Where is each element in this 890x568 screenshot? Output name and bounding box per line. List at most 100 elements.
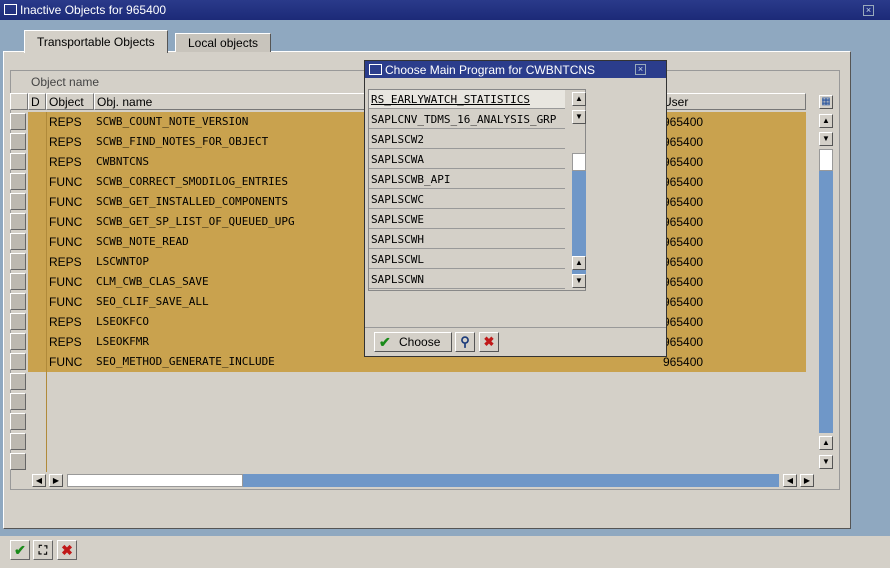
cell-object: FUNC bbox=[49, 175, 83, 189]
column-header-d[interactable]: D bbox=[28, 93, 46, 110]
row-selector[interactable] bbox=[10, 413, 26, 430]
row-cells bbox=[28, 392, 806, 412]
cell-object: REPS bbox=[49, 115, 82, 129]
cell-d bbox=[30, 352, 47, 372]
dialog-title-bar: Choose Main Program for CWBNTCNS × bbox=[365, 61, 666, 78]
row-selector[interactable] bbox=[10, 453, 26, 470]
select-all-cell[interactable] bbox=[10, 93, 28, 110]
program-list-item[interactable]: SAPLSCWH bbox=[369, 230, 565, 249]
cell-obj-name: SCWB_NOTE_READ bbox=[96, 235, 189, 248]
list-scroll-down-button[interactable]: ▼ bbox=[572, 110, 586, 124]
window-icon bbox=[4, 4, 17, 15]
continue-button[interactable]: ✔ bbox=[10, 540, 30, 560]
program-list-item[interactable]: SAPLSCWC bbox=[369, 190, 565, 209]
row-selector[interactable] bbox=[10, 173, 26, 190]
cell-d bbox=[30, 112, 47, 132]
empty-table-row[interactable] bbox=[10, 432, 806, 452]
row-selector[interactable] bbox=[10, 113, 26, 130]
scroll-page-right-button[interactable]: ▶ bbox=[800, 474, 814, 487]
dialog-footer: ✔ Choose ⚲ ✖ bbox=[365, 327, 666, 357]
cell-obj-name: SCWB_GET_INSTALLED_COMPONENTS bbox=[96, 195, 289, 208]
program-list-item[interactable]: SAPLSCWB_API bbox=[369, 170, 565, 189]
row-cells bbox=[28, 452, 806, 472]
list-page-up-button[interactable]: ▲ bbox=[572, 256, 586, 270]
choose-button[interactable]: ✔ Choose bbox=[374, 332, 452, 352]
cell-user: 965400 bbox=[663, 115, 704, 129]
tab-transportable-objects[interactable]: Transportable Objects bbox=[24, 30, 168, 53]
program-list-item[interactable]: SAPLSCWE bbox=[369, 210, 565, 229]
close-icon[interactable]: × bbox=[863, 5, 874, 16]
row-selector[interactable] bbox=[10, 293, 26, 310]
list-scroll-thumb[interactable] bbox=[572, 153, 586, 171]
vertical-scroll-track[interactable] bbox=[819, 149, 833, 433]
row-selector[interactable] bbox=[10, 133, 26, 150]
tab-local-objects[interactable]: Local objects bbox=[175, 33, 272, 52]
scroll-right-button[interactable]: ▶ bbox=[49, 474, 63, 487]
row-selector[interactable] bbox=[10, 393, 26, 410]
program-list-item[interactable]: SAPLCNV_TDMS_16_ANALYSIS_GRP bbox=[369, 110, 565, 129]
empty-table-row[interactable] bbox=[10, 452, 806, 472]
cell-obj-name: SEO_METHOD_GENERATE_INCLUDE bbox=[96, 355, 275, 368]
row-selector[interactable] bbox=[10, 433, 26, 450]
scroll-up-button[interactable]: ▲ bbox=[819, 114, 833, 128]
empty-table-row[interactable] bbox=[10, 412, 806, 432]
cancel-button[interactable]: ✖ bbox=[57, 540, 77, 560]
list-page-down-button[interactable]: ▼ bbox=[572, 274, 586, 288]
cell-object: FUNC bbox=[49, 355, 83, 369]
cell-d bbox=[30, 312, 47, 332]
empty-table-row[interactable] bbox=[10, 392, 806, 412]
cell-d bbox=[30, 152, 47, 172]
program-list: RS_EARLYWATCH_STATISTICS SAPLCNV_TDMS_16_… bbox=[368, 89, 586, 291]
list-scroll-up-button[interactable]: ▲ bbox=[572, 92, 586, 106]
dialog-cancel-button[interactable]: ✖ bbox=[479, 332, 499, 352]
cell-d bbox=[30, 252, 47, 272]
cell-object: FUNC bbox=[49, 195, 83, 209]
row-selector[interactable] bbox=[10, 353, 26, 370]
row-selector[interactable] bbox=[10, 373, 26, 390]
scroll-page-up-button[interactable]: ▲ bbox=[819, 436, 833, 450]
empty-table-row[interactable] bbox=[10, 372, 806, 392]
window-title: Inactive Objects for 965400 bbox=[20, 3, 167, 17]
cancel-icon: ✖ bbox=[61, 542, 73, 558]
row-selector[interactable] bbox=[10, 333, 26, 350]
scroll-page-down-button[interactable]: ▼ bbox=[819, 455, 833, 469]
scroll-down-button[interactable]: ▼ bbox=[819, 132, 833, 146]
cell-d bbox=[30, 192, 47, 212]
row-selector[interactable] bbox=[10, 153, 26, 170]
program-list-item[interactable]: SAPLSCW2 bbox=[369, 130, 565, 149]
hierarchy-icon: ⛶ bbox=[38, 543, 48, 557]
cell-user: 965400 bbox=[663, 295, 704, 309]
column-header-user[interactable]: User bbox=[654, 93, 806, 110]
scroll-page-left-button[interactable]: ◀ bbox=[783, 474, 797, 487]
cell-d bbox=[30, 452, 47, 472]
cell-user: 965400 bbox=[663, 155, 704, 169]
program-list-item[interactable]: SAPLSCWL bbox=[369, 250, 565, 269]
cell-user: 965400 bbox=[663, 215, 704, 229]
column-header-object[interactable]: Object bbox=[46, 93, 94, 110]
cell-obj-name: SCWB_CORRECT_SMODILOG_ENTRIES bbox=[96, 175, 289, 188]
row-selector[interactable] bbox=[10, 313, 26, 330]
row-selector[interactable] bbox=[10, 213, 26, 230]
dialog-title: Choose Main Program for CWBNTCNS bbox=[385, 63, 596, 77]
close-icon[interactable]: × bbox=[635, 64, 646, 75]
row-selector[interactable] bbox=[10, 273, 26, 290]
row-selector[interactable] bbox=[10, 253, 26, 270]
cell-d bbox=[30, 232, 47, 252]
cell-d bbox=[30, 412, 47, 432]
activate-button[interactable]: ⛶ bbox=[33, 540, 53, 560]
cell-obj-name: SCWB_FIND_NOTES_FOR_OBJECT bbox=[96, 135, 269, 148]
program-list-item[interactable]: SAPLSCWA bbox=[369, 150, 565, 169]
find-button[interactable]: ⚲ bbox=[455, 332, 475, 352]
vertical-scroll-thumb[interactable] bbox=[819, 149, 833, 171]
scroll-left-button[interactable]: ◀ bbox=[32, 474, 46, 487]
program-list-item[interactable]: SAPLSCWN bbox=[369, 270, 565, 289]
program-list-item[interactable]: RS_EARLYWATCH_STATISTICS bbox=[369, 90, 565, 109]
horizontal-scroll-thumb[interactable] bbox=[67, 474, 243, 487]
cell-obj-name: SEO_CLIF_SAVE_ALL bbox=[96, 295, 209, 308]
cell-obj-name: CWBNTCNS bbox=[96, 155, 149, 168]
row-selector[interactable] bbox=[10, 193, 26, 210]
row-selector[interactable] bbox=[10, 233, 26, 250]
cell-d bbox=[30, 432, 47, 452]
cell-d bbox=[30, 372, 47, 392]
column-layout-icon[interactable]: ▦ bbox=[819, 95, 833, 109]
